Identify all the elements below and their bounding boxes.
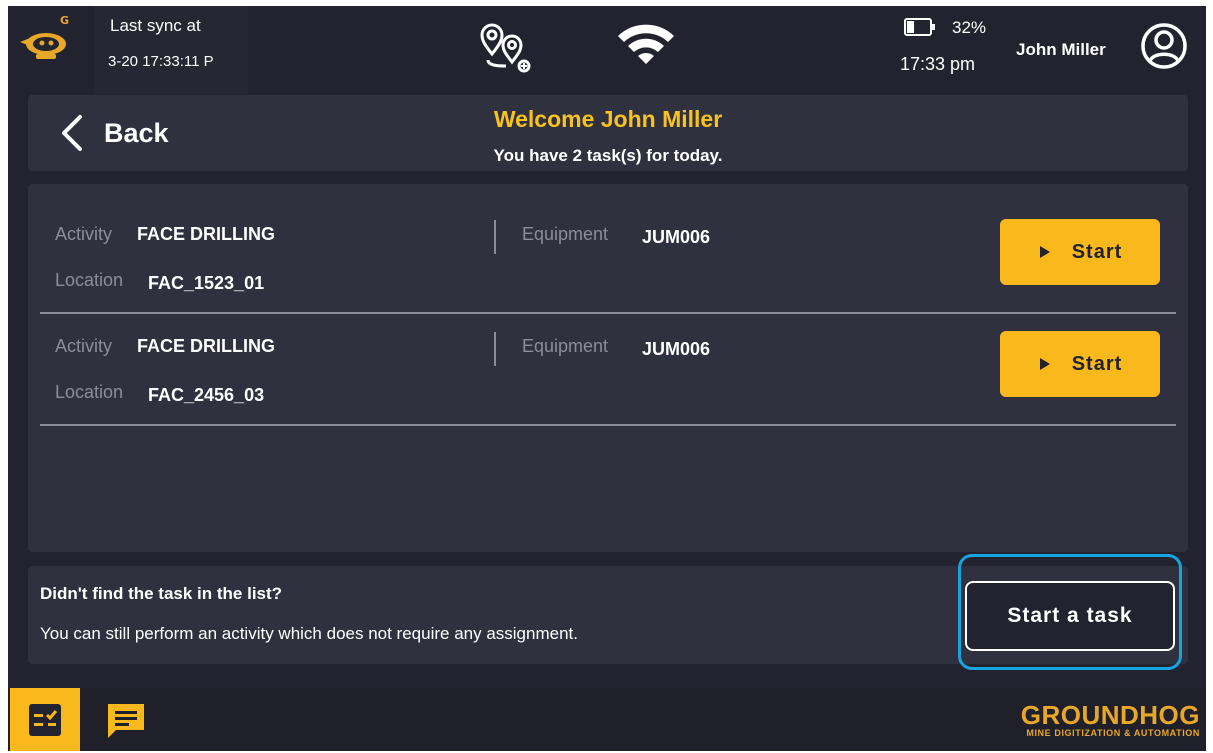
equipment-value: JUM006	[642, 339, 711, 359]
svg-text:G: G	[60, 14, 69, 27]
start-label: Start	[1071, 240, 1123, 263]
column-divider	[494, 332, 496, 366]
tasks-count-text: You have 2 task(s) for today.	[493, 146, 723, 165]
prompt-text: You can still perform an activity which …	[40, 624, 578, 643]
location-label: Location	[55, 270, 124, 290]
start-a-task-label: Start a task	[1007, 604, 1133, 627]
header-panel: Back Welcome John Miller You have 2 task…	[28, 95, 1188, 171]
status-bar: G Last sync at 3-20 17:33:11 P 32% 17:33…	[8, 6, 1206, 126]
location-label: Location	[55, 382, 124, 402]
bottom-nav: GROUNDHOG MINE DIGITIZATION & AUTOMATION	[8, 688, 1206, 751]
welcome-title: Welcome John Miller	[493, 106, 723, 132]
user-avatar-icon[interactable]	[1140, 22, 1188, 70]
battery-percentage: 32%	[952, 18, 987, 37]
task-list: Activity FACE DRILLING Location FAC_1523…	[28, 184, 1188, 552]
activity-value: FACE DRILLING	[137, 224, 275, 244]
sync-time: 3-20 17:33:11 P	[108, 53, 214, 70]
task-row: Activity FACE DRILLING Location FAC_1523…	[40, 202, 1176, 314]
wifi-icon	[618, 24, 674, 64]
start-button[interactable]: Start	[1000, 219, 1160, 285]
activity-label: Activity	[55, 336, 113, 356]
chat-icon[interactable]	[104, 700, 148, 740]
location-value: FAC_1523_01	[148, 273, 265, 293]
equipment-label: Equipment	[522, 336, 609, 356]
battery-icon	[904, 18, 935, 36]
user-name: John Miller	[1016, 40, 1106, 59]
start-button[interactable]: Start	[1000, 331, 1160, 397]
app-frame: G Last sync at 3-20 17:33:11 P 32% 17:33…	[8, 6, 1206, 751]
start-a-task-button[interactable]: Start a task	[965, 581, 1175, 651]
equipment-value: JUM006	[642, 227, 711, 247]
activity-label: Activity	[55, 224, 113, 244]
location-pins-icon[interactable]	[478, 20, 538, 74]
task-row: Activity FACE DRILLING Location FAC_2456…	[40, 314, 1176, 426]
start-label: Start	[1071, 352, 1123, 375]
play-icon	[1039, 358, 1050, 370]
nav-tasks-tab[interactable]	[10, 688, 80, 751]
sync-label: Last sync at	[110, 16, 201, 35]
column-divider	[494, 220, 496, 254]
brand-name: GROUNDHOG	[1020, 700, 1200, 730]
equipment-label: Equipment	[522, 224, 609, 244]
task-checklist-icon	[29, 703, 61, 736]
app-logo-icon: G	[20, 14, 69, 59]
activity-value: FACE DRILLING	[137, 336, 275, 356]
prompt-title: Didn't find the task in the list?	[40, 584, 283, 603]
location-value: FAC_2456_03	[148, 385, 265, 405]
brand-tagline: MINE DIGITIZATION & AUTOMATION	[1026, 728, 1200, 738]
play-icon	[1039, 246, 1050, 258]
brand-logo: GROUNDHOG MINE DIGITIZATION & AUTOMATION	[1021, 702, 1200, 738]
clock: 17:33 pm	[900, 54, 976, 74]
